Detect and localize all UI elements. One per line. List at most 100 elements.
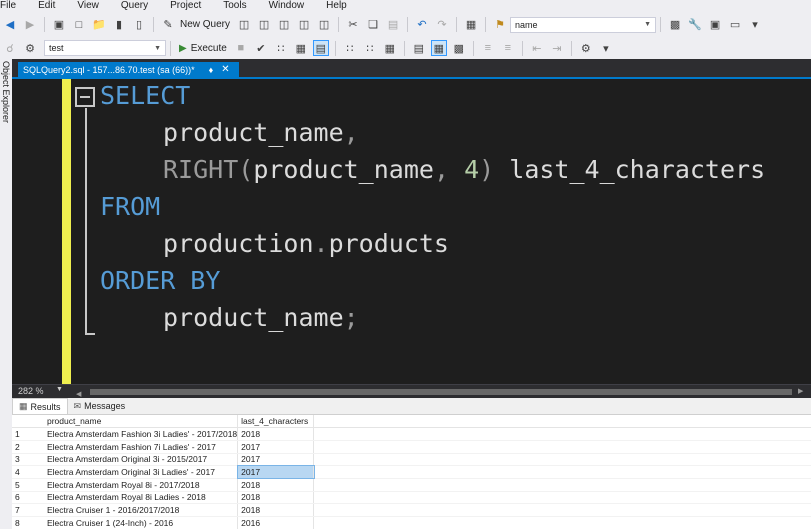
undo-icon[interactable]: ↶ [414, 17, 430, 33]
cell-product-name[interactable]: Electra Cruiser 1 (24-Inch) - 2016 [44, 516, 239, 529]
menu-view[interactable]: View [77, 0, 99, 12]
decrease-indent-icon[interactable]: ⇤ [529, 40, 545, 56]
find-combo[interactable]: name ▼ [510, 16, 657, 33]
specify-values-icon[interactable]: ⚙ [578, 40, 594, 56]
cell-last-4-characters[interactable]: 2017 [236, 464, 315, 480]
cut-icon[interactable]: ✂ [345, 17, 361, 33]
query-design-icon[interactable]: ▦ [293, 40, 309, 56]
cell-last-4-characters[interactable]: 2018 [237, 478, 315, 492]
table-row[interactable]: 8 Electra Cruiser 1 (24-Inch) - 2016 2016 [12, 516, 811, 529]
new-query-button[interactable]: New Query [180, 19, 230, 30]
tab-results[interactable]: ▦ Results [12, 398, 68, 414]
sql-editor[interactable]: SELECT product_name, RIGHT(product_name,… [12, 79, 811, 384]
properties-wrench-icon[interactable]: 🔧 [687, 17, 703, 33]
increase-indent-icon[interactable]: ⇥ [549, 40, 565, 56]
menu-file[interactable]: File [0, 0, 16, 12]
menu-tools[interactable]: Tools [223, 0, 246, 12]
database-query-icon[interactable]: ◫ [236, 17, 252, 33]
mdx-query-icon[interactable]: ◫ [256, 17, 272, 33]
table-row[interactable]: 6 Electra Amsterdam Royal 8i Ladies - 201… [12, 491, 811, 505]
cell-product-name[interactable]: Electra Amsterdam Original 3i Ladies' - … [44, 465, 239, 479]
window-layout-icon[interactable]: ▭ [727, 17, 743, 33]
row-number-header[interactable] [12, 415, 44, 429]
table-row[interactable]: 5 Electra Amsterdam Royal 8i - 2017/2018 2… [12, 478, 811, 492]
execute-button[interactable]: ▶ Execute [179, 43, 227, 54]
cell-product-name[interactable]: Electra Amsterdam Fashion 3i Ladies' - 2… [44, 427, 239, 441]
open-folder-icon[interactable]: 📁 [91, 17, 107, 33]
intellisense-icon[interactable]: ▤ [312, 40, 329, 56]
row-number[interactable]: 1 [12, 427, 44, 441]
cell-product-name[interactable]: Electra Amsterdam Royal 8i Ladies - 2018 [44, 491, 239, 505]
copy-icon[interactable]: ❏ [365, 17, 381, 33]
collapse-toggle-icon[interactable] [75, 87, 95, 107]
results-to-grid-icon[interactable]: ▦ [430, 40, 447, 56]
pin-icon[interactable]: ♦ [209, 65, 214, 75]
results-grid[interactable]: product_name last_4_characters 1 Electra … [12, 415, 811, 529]
table-row[interactable]: 7 Electra Cruiser 1 - 2016/2017/2018 2018 [12, 503, 811, 517]
forward-icon[interactable]: ▶ [22, 17, 38, 33]
client-statistics-icon[interactable]: ▦ [382, 40, 398, 56]
table-row[interactable]: 3 Electra Amsterdam Original 3i - 2015/20… [12, 453, 811, 467]
cancel-query-icon[interactable]: ■ [233, 40, 249, 56]
save-icon[interactable]: ▮ [111, 17, 127, 33]
horizontal-scrollbar-thumb[interactable] [90, 389, 792, 395]
back-icon[interactable]: ◀ [2, 17, 18, 33]
table-row[interactable]: 1 Electra Amsterdam Fashion 3i Ladies' - … [12, 427, 811, 441]
activity-monitor-icon[interactable]: ▦ [463, 17, 479, 33]
toolbar-overflow-icon[interactable]: ▾ [747, 17, 763, 33]
comment-icon[interactable]: ≡ [480, 40, 496, 56]
add-item-icon[interactable]: □ [71, 17, 87, 33]
redo-icon[interactable]: ↷ [434, 17, 450, 33]
live-statistics-icon[interactable]: ∷ [362, 40, 378, 56]
save-all-icon[interactable]: ▯ [131, 17, 147, 33]
menu-window[interactable]: Window [269, 0, 305, 12]
cell-product-name[interactable]: Electra Amsterdam Original 3i - 2015/201… [44, 453, 239, 467]
chevron-down-icon[interactable]: ▼ [56, 386, 63, 393]
scroll-right-icon[interactable]: ▶ [798, 387, 803, 395]
xmla-query-icon[interactable]: ◫ [296, 17, 312, 33]
solution-explorer-icon[interactable]: ▩ [667, 17, 683, 33]
menu-query[interactable]: Query [121, 0, 148, 12]
row-number[interactable]: 2 [12, 440, 44, 454]
object-explorer-strip[interactable]: Object Explorer [0, 59, 12, 529]
row-number[interactable]: 3 [12, 453, 44, 467]
cell-last-4-characters[interactable]: 2018 [237, 491, 315, 505]
dax-query-icon[interactable]: ◫ [316, 17, 332, 33]
cell-last-4-characters[interactable]: 2016 [237, 516, 315, 529]
toolbox-icon[interactable]: ▣ [707, 17, 723, 33]
actual-plan-icon[interactable]: ∷ [342, 40, 358, 56]
new-project-icon[interactable]: ▣ [51, 17, 67, 33]
estimated-plan-icon[interactable]: ∷ [273, 40, 289, 56]
scroll-left-icon[interactable]: ◀ [76, 390, 81, 398]
cell-product-name[interactable]: Electra Amsterdam Fashion 7i Ladies' - 2… [44, 440, 239, 454]
results-to-text-icon[interactable]: ▤ [411, 40, 427, 56]
cell-last-4-characters[interactable]: 2017 [237, 440, 315, 454]
uncomment-icon[interactable]: ≡ [500, 40, 516, 56]
paste-icon[interactable]: ▤ [385, 17, 401, 33]
object-explorer-label[interactable]: Object Explorer [1, 61, 11, 123]
menu-project[interactable]: Project [170, 0, 201, 12]
row-number[interactable]: 5 [12, 478, 44, 492]
zoom-level[interactable]: 282 % [18, 386, 44, 396]
cell-last-4-characters[interactable]: 2017 [237, 453, 315, 467]
new-query-icon[interactable]: ✎ [160, 17, 176, 33]
toolbar-overflow-icon[interactable]: ▾ [598, 40, 614, 56]
menu-help[interactable]: Help [326, 0, 347, 12]
find-icon[interactable]: ⚑ [492, 17, 508, 33]
column-header-product-name[interactable]: product_name [44, 415, 239, 429]
row-number[interactable]: 6 [12, 491, 44, 505]
results-to-file-icon[interactable]: ▩ [451, 40, 467, 56]
database-select[interactable]: test ▼ [44, 40, 166, 56]
change-connection-icon[interactable]: ⚙ [22, 40, 38, 56]
cell-product-name[interactable]: Electra Amsterdam Royal 8i - 2017/2018 [44, 478, 239, 492]
close-icon[interactable]: ✕ [221, 64, 229, 75]
dmx-query-icon[interactable]: ◫ [276, 17, 292, 33]
column-header-last-4-characters[interactable]: last_4_characters [237, 415, 315, 429]
cell-last-4-characters[interactable]: 2018 [237, 427, 315, 441]
row-number[interactable]: 8 [12, 516, 44, 529]
document-tab[interactable]: SQLQuery2.sql - 157...86.70.test (sa (66… [18, 62, 239, 77]
tab-messages[interactable]: ✉ Messages [68, 398, 132, 414]
row-number[interactable]: 4 [12, 465, 44, 479]
menu-edit[interactable]: Edit [38, 0, 55, 12]
table-row[interactable]: 2 Electra Amsterdam Fashion 7i Ladies' - … [12, 440, 811, 454]
